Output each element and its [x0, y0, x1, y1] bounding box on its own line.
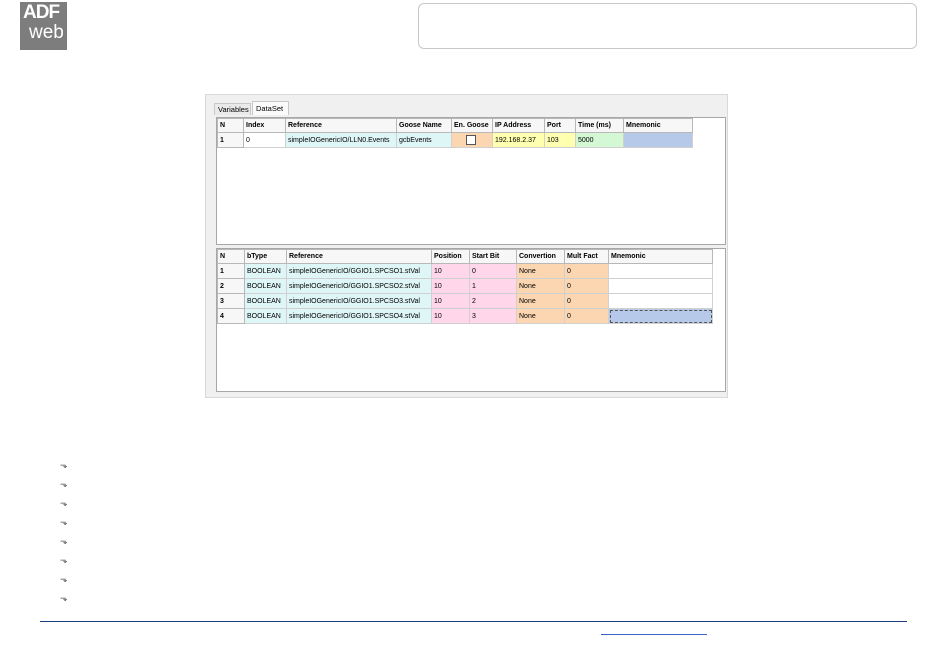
btype-cell[interactable]: BOOLEAN: [244, 308, 287, 324]
arrow-bullet-icon: ⬎: [60, 461, 68, 471]
position-cell[interactable]: 10: [431, 293, 470, 309]
footer-link[interactable]: [601, 634, 707, 635]
footer-divider: [40, 621, 907, 622]
mult-fact-cell[interactable]: 0: [564, 293, 609, 309]
dataset-table: N Index Reference Goose Name En. Goose I…: [217, 118, 693, 148]
reference-cell[interactable]: simpleIOGenericIO/LLN0.Events: [285, 132, 397, 148]
arrow-bullet-icon: ⬎: [60, 499, 68, 509]
arrow-bullet-icon: ⬎: [60, 575, 68, 585]
row-number[interactable]: 4: [217, 308, 245, 324]
row-number[interactable]: 1: [217, 263, 245, 279]
reference-cell[interactable]: simpleIOGenericIO/GGIO1.SPCSO1.stVal: [286, 263, 432, 279]
arrow-bullet-icon: ⬎: [60, 594, 68, 604]
table-row[interactable]: 2 BOOLEAN simpleIOGenericIO/GGIO1.SPCSO2…: [217, 278, 713, 294]
row-number[interactable]: 3: [217, 293, 245, 309]
col-position[interactable]: Position: [431, 249, 470, 264]
mnemonic-cell-selected[interactable]: [608, 308, 713, 324]
logo-text-bottom: web: [29, 22, 64, 43]
mult-fact-cell[interactable]: 0: [564, 278, 609, 294]
table-row[interactable]: 3 BOOLEAN simpleIOGenericIO/GGIO1.SPCSO3…: [217, 293, 713, 309]
goose-name-cell[interactable]: gcbEvents: [396, 132, 452, 148]
port-cell[interactable]: 103: [544, 132, 576, 148]
arrow-bullet-icon: ⬎: [60, 518, 68, 528]
btype-cell[interactable]: BOOLEAN: [244, 263, 287, 279]
time-cell[interactable]: 5000: [575, 132, 624, 148]
arrow-bullet-icon: ⬎: [60, 537, 68, 547]
en-goose-cell[interactable]: [451, 132, 493, 148]
dataset-panel: N Index Reference Goose Name En. Goose I…: [216, 117, 726, 245]
variables-table: N bType Reference Position Start Bit Con…: [217, 249, 713, 324]
col-time[interactable]: Time (ms): [575, 118, 624, 133]
start-bit-cell[interactable]: 0: [469, 263, 517, 279]
col-mnemonic[interactable]: Mnemonic: [608, 249, 713, 264]
col-convertion[interactable]: Convertion: [516, 249, 565, 264]
col-reference[interactable]: Reference: [286, 249, 432, 264]
col-goose-name[interactable]: Goose Name: [396, 118, 452, 133]
col-ip-address[interactable]: IP Address: [492, 118, 545, 133]
col-port[interactable]: Port: [544, 118, 576, 133]
logo-text-top: ADF: [23, 2, 60, 23]
col-index[interactable]: Index: [243, 118, 286, 133]
ip-address-cell[interactable]: 192.168.2.37: [492, 132, 545, 148]
btype-cell[interactable]: BOOLEAN: [244, 293, 287, 309]
position-cell[interactable]: 10: [431, 308, 470, 324]
btype-cell[interactable]: BOOLEAN: [244, 278, 287, 294]
start-bit-cell[interactable]: 3: [469, 308, 517, 324]
convertion-cell[interactable]: None: [516, 293, 565, 309]
col-en-goose[interactable]: En. Goose: [451, 118, 493, 133]
col-mnemonic[interactable]: Mnemonic: [623, 118, 693, 133]
mult-fact-cell[interactable]: 0: [564, 308, 609, 324]
mnemonic-cell[interactable]: [608, 278, 713, 294]
start-bit-cell[interactable]: 2: [469, 293, 517, 309]
mnemonic-cell[interactable]: [608, 293, 713, 309]
position-cell[interactable]: 10: [431, 278, 470, 294]
col-mult-fact[interactable]: Mult Fact: [564, 249, 609, 264]
variables-header-row: N bType Reference Position Start Bit Con…: [217, 249, 713, 264]
index-cell[interactable]: 0: [243, 132, 286, 148]
reference-cell[interactable]: simpleIOGenericIO/GGIO1.SPCSO2.stVal: [286, 278, 432, 294]
mnemonic-cell[interactable]: [623, 132, 693, 148]
arrow-bullet-icon: ⬎: [60, 556, 68, 566]
tab-dataset[interactable]: DataSet: [252, 101, 289, 115]
col-start-bit[interactable]: Start Bit: [469, 249, 517, 264]
row-number[interactable]: 2: [217, 278, 245, 294]
dataset-header-row: N Index Reference Goose Name En. Goose I…: [217, 118, 693, 133]
header-box: [418, 3, 917, 49]
position-cell[interactable]: 10: [431, 263, 470, 279]
arrow-bullet-icon: ⬎: [60, 480, 68, 490]
col-n[interactable]: N: [217, 118, 244, 133]
convertion-cell[interactable]: None: [516, 278, 565, 294]
col-reference[interactable]: Reference: [285, 118, 397, 133]
adfweb-logo: ADF web: [20, 2, 67, 50]
app-window: Variables DataSet N Index Reference Goos…: [205, 94, 728, 398]
reference-cell[interactable]: simpleIOGenericIO/GGIO1.SPCSO4.stVal: [286, 308, 432, 324]
mult-fact-cell[interactable]: 0: [564, 263, 609, 279]
col-btype[interactable]: bType: [244, 249, 287, 264]
table-row[interactable]: 1 BOOLEAN simpleIOGenericIO/GGIO1.SPCSO1…: [217, 263, 713, 279]
table-row[interactable]: 4 BOOLEAN simpleIOGenericIO/GGIO1.SPCSO4…: [217, 308, 713, 324]
tab-variables[interactable]: Variables: [214, 103, 251, 115]
convertion-cell[interactable]: None: [516, 263, 565, 279]
row-number[interactable]: 1: [217, 132, 244, 148]
variables-panel: N bType Reference Position Start Bit Con…: [216, 248, 726, 392]
reference-cell[interactable]: simpleIOGenericIO/GGIO1.SPCSO3.stVal: [286, 293, 432, 309]
convertion-cell[interactable]: None: [516, 308, 565, 324]
en-goose-checkbox[interactable]: [466, 135, 476, 145]
mnemonic-cell[interactable]: [608, 263, 713, 279]
col-n[interactable]: N: [217, 249, 245, 264]
start-bit-cell[interactable]: 1: [469, 278, 517, 294]
table-row[interactable]: 1 0 simpleIOGenericIO/LLN0.Events gcbEve…: [217, 132, 693, 148]
